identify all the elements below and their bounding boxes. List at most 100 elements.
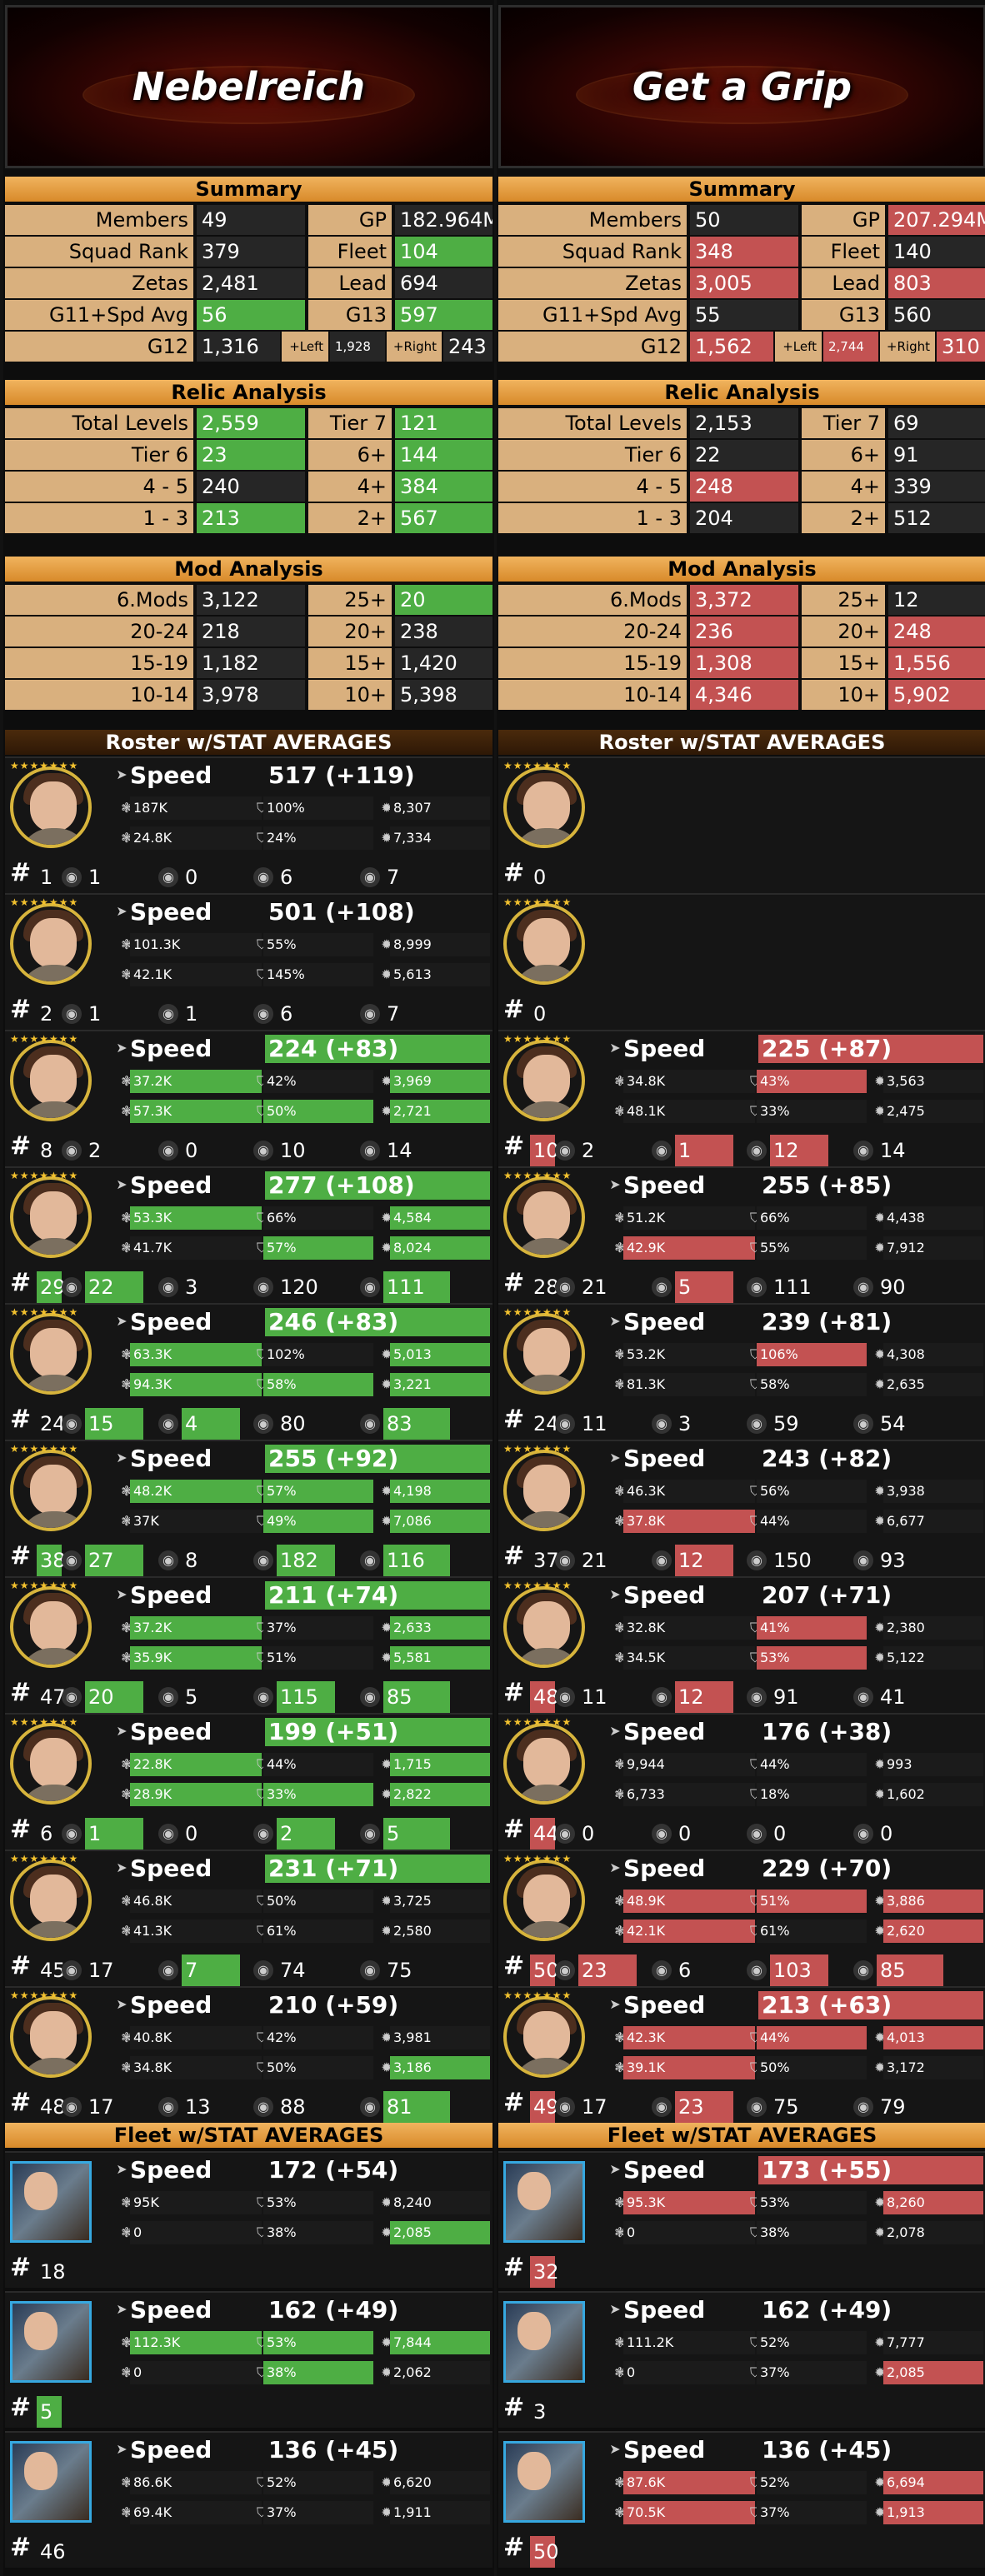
omega-icon: ◉ [360, 1687, 380, 1707]
stat-row: 10-14 4,346 10+ 5,902 [498, 680, 985, 710]
summary-value: 694 [395, 268, 492, 298]
stat-count: 75 [773, 2095, 799, 2119]
unit-card: ★★★★★★★ #38 ➤ Speed 255 (+92) ❃ 48.2K ⛉ 57% ✹ 4,19… [5, 1440, 492, 1576]
stat-value: 8,260 [883, 2191, 983, 2214]
stat-count: 11 [582, 1412, 608, 1435]
stat-count: 0 [880, 1822, 893, 1845]
stat-value: 1,913 [883, 2501, 983, 2524]
stat-value: 2,822 [390, 1783, 490, 1806]
stat-count: 182 [277, 1545, 335, 1576]
star-rating-icon: ★★★★★★★ [503, 1580, 572, 1591]
mod-label: 20-24 [5, 617, 193, 646]
speed-label: Speed [130, 2296, 212, 2324]
stat-value: 53% [263, 2331, 373, 2354]
speed-value: 199 (+51) [265, 1718, 490, 1746]
speed-label: Speed [623, 1581, 706, 1609]
stat-value: 37% [757, 2501, 867, 2524]
star-rating-icon: ★★★★★★★ [10, 1853, 79, 1865]
portrait-face [30, 1601, 77, 1651]
summary-label: G12 [5, 332, 193, 362]
stat-count: 5 [185, 1685, 198, 1709]
portrait-face [30, 1191, 77, 1241]
zeta-icon: ◉ [652, 1141, 672, 1161]
roster-header: Roster w/STAT AVERAGES [5, 730, 492, 755]
stat-count: 14 [387, 1139, 412, 1162]
ship-card: #50 ➤ Speed 136 (+45) ❃ 87.6K ⛉ 52% ✹ 6,694 ❃ 70.5K… [498, 2431, 985, 2568]
stat-value: 8,999 [390, 933, 490, 956]
zeta-icon: ◉ [158, 1277, 178, 1297]
star-rating-icon: ★★★★★★★ [503, 1306, 572, 1318]
stat-value: 48.9K [623, 1890, 755, 1913]
portrait-body [512, 965, 582, 981]
stat-count: 54 [880, 1412, 906, 1435]
speed-label: Speed [130, 761, 212, 789]
speed-icon: ➤ [116, 2441, 128, 2457]
stat-value: 2,475 [883, 1100, 983, 1123]
mod-value: 1,420 [395, 648, 492, 678]
stat-value: 7,777 [883, 2331, 983, 2354]
stat-value: 8,240 [390, 2191, 490, 2214]
portrait-body [512, 1511, 582, 1528]
speed-label: Speed [130, 1718, 212, 1745]
stat-row: Zetas 2,481 Lead 694 [5, 268, 492, 298]
stat-count: 5 [383, 1818, 450, 1850]
count-value: 24 [533, 1412, 559, 1435]
star-rating-icon: ★★★★★★★ [503, 1716, 572, 1728]
omega-icon: ◉ [360, 1824, 380, 1844]
stat-value: 51% [263, 1646, 373, 1670]
gear-icon: ◉ [253, 1550, 273, 1570]
portrait-face [523, 781, 570, 831]
stat-value: 50% [263, 1100, 373, 1123]
ship-portrait [503, 2301, 585, 2383]
portrait-body [512, 1375, 582, 1391]
stat-value: 5,613 [390, 963, 490, 986]
unit-card: ★★★★★★★ #8 ➤ Speed 224 (+83) ❃ 37.2K ⛉ 42% ✹ 3,969… [5, 1030, 492, 1166]
mod-label: 20+ [308, 617, 392, 646]
summary-label: Squad Rank [498, 237, 687, 267]
star-rating-icon: ★★★★★★★ [10, 760, 79, 771]
stat-row: G12 1,562 +Left 2,744 +Right 310 [498, 332, 985, 362]
stat-value: 18% [757, 1783, 867, 1806]
stat-value: 53.3K [130, 1206, 262, 1230]
stat-count: 90 [880, 1276, 906, 1299]
summary-value: 310 [937, 332, 985, 362]
relic-value: 240 [197, 472, 305, 502]
relic-label: 6+ [308, 440, 392, 470]
hash-icon: # [10, 1405, 32, 1434]
omega-icon: ◉ [853, 1414, 873, 1434]
omega-icon: ◉ [853, 1960, 873, 1980]
mod-label: 20+ [802, 617, 885, 646]
star-rating-icon: ★★★★★★★ [503, 1853, 572, 1865]
speed-icon: ➤ [116, 1040, 128, 1056]
stat-value: 2,085 [390, 2221, 490, 2244]
stat-value: 0 [623, 2221, 755, 2244]
summary-label: +Right [387, 332, 442, 362]
speed-icon: ➤ [116, 1723, 128, 1739]
relic-label: Tier 7 [802, 408, 885, 438]
stat-value: 66% [757, 1206, 867, 1230]
portrait-face [523, 2011, 570, 2061]
stat-value: 46.3K [623, 1480, 755, 1503]
stat-value: 7,844 [390, 2331, 490, 2354]
relic-tier-icon: ◉ [555, 1687, 575, 1707]
hash-icon: # [10, 1951, 32, 1980]
star-rating-icon: ★★★★★★★ [503, 1170, 572, 1181]
stat-value: 42.1K [130, 963, 262, 986]
gear-icon: ◉ [253, 867, 273, 887]
count-value: 6 [40, 1822, 53, 1845]
summary-value: 803 [888, 268, 985, 298]
stat-count: 1 [88, 866, 102, 889]
hash-icon: # [10, 1541, 32, 1570]
count-value: 46 [40, 2540, 66, 2564]
relic-tier-icon: ◉ [555, 1141, 575, 1161]
relic-value: 213 [197, 503, 305, 533]
speed-label: Speed [130, 898, 212, 926]
mod-label: 15+ [802, 648, 885, 678]
relic-tier-icon: ◉ [62, 1960, 82, 1980]
portrait-body [18, 1648, 88, 1665]
stat-value: 37.2K [130, 1616, 262, 1640]
stat-value: 87.6K [623, 2471, 755, 2494]
relic-value: 121 [395, 408, 492, 438]
stat-value: 42.9K [623, 1236, 755, 1260]
relic-value: 339 [888, 472, 985, 502]
